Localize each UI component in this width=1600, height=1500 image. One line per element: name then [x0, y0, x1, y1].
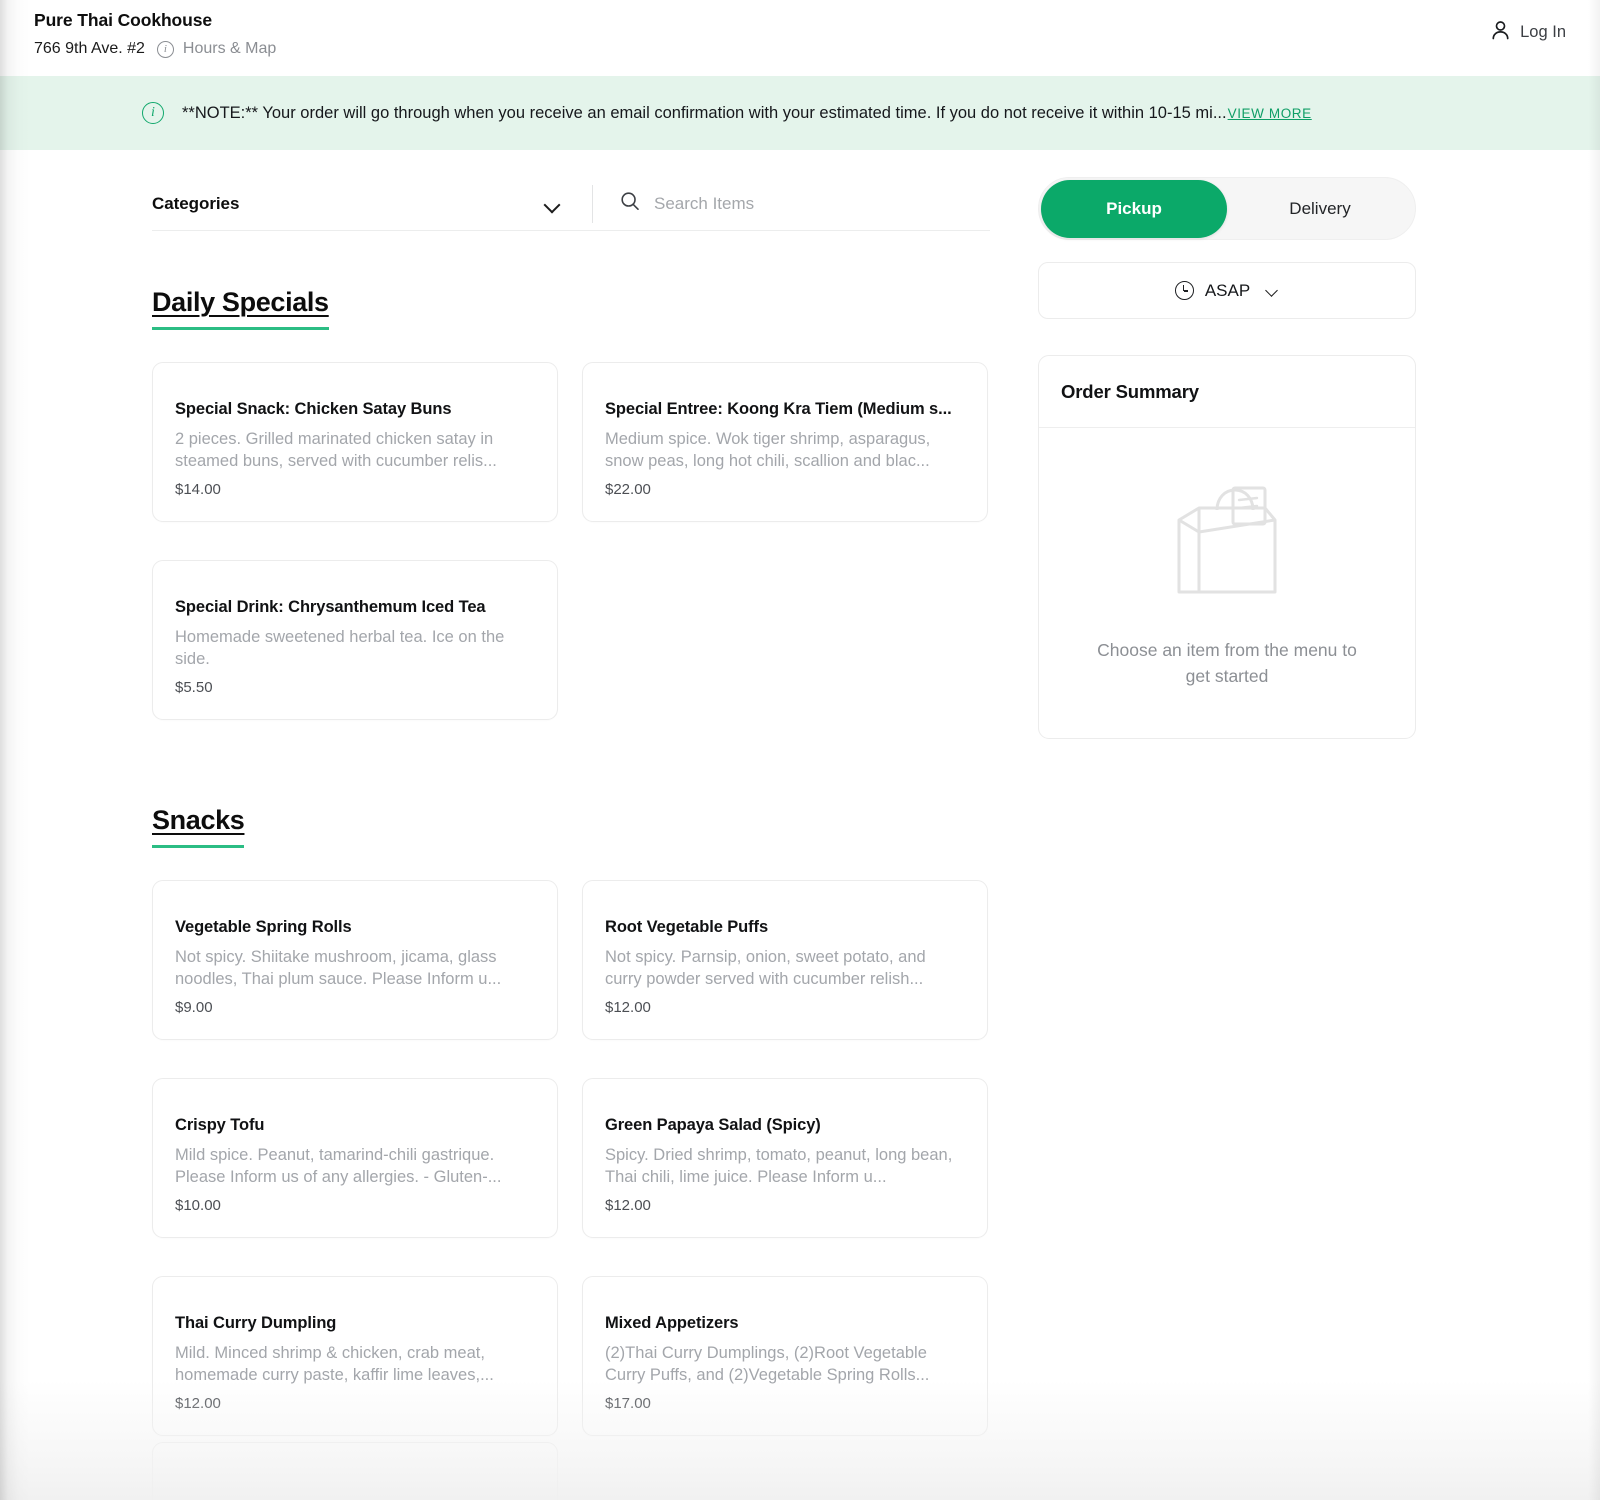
menu-item-price: $5.50	[175, 678, 213, 696]
menu-item-price: $9.00	[175, 998, 213, 1016]
menu-item-card[interactable]: Mixed Appetizers (2)Thai Curry Dumplings…	[582, 1276, 988, 1436]
shopping-bag-icon	[1165, 480, 1289, 603]
menu-item-description: Homemade sweetened herbal tea. Ice on th…	[175, 628, 505, 669]
menu-item-title: Thai Curry Dumpling	[175, 1314, 337, 1332]
menu-item-description: Not spicy. Parnsip, onion, sweet potato,…	[605, 948, 926, 989]
menu-item-card[interactable]: Root Vegetable Puffs Not spicy. Parnsip,…	[582, 880, 988, 1040]
section-title: Snacks	[152, 805, 245, 848]
menu-item-card[interactable]: Special Drink: Chrysanthemum Iced Tea Ho…	[152, 560, 558, 720]
menu-item-card-partial[interactable]	[152, 1442, 558, 1500]
order-summary-body: Choose an item from the menu to get star…	[1039, 428, 1415, 738]
chevron-down-icon	[545, 199, 560, 208]
menu-item-card[interactable]: Special Snack: Chicken Satay Buns 2 piec…	[152, 362, 558, 522]
menu-item-description: Not spicy. Shiitake mushroom, jicama, gl…	[175, 948, 502, 989]
menu-item-price: $12.00	[175, 1394, 221, 1412]
menu-item-description: (2)Thai Curry Dumplings, (2)Root Vegetab…	[605, 1344, 930, 1385]
banner-info-icon: i	[142, 102, 164, 124]
restaurant-meta: 766 9th Ave. #2 i Hours & Map	[34, 40, 276, 58]
pickup-tab[interactable]: Pickup	[1041, 179, 1227, 238]
search-icon	[620, 191, 640, 216]
restaurant-address: 766 9th Ave. #2	[34, 40, 145, 57]
menu-item-description: Mild. Minced shrimp & chicken, crab meat…	[175, 1344, 494, 1385]
menu-toolbar: Categories	[152, 177, 990, 231]
menu-item-card[interactable]: Special Entree: Koong Kra Tiem (Medium s…	[582, 362, 988, 522]
restaurant-ordering-page: Pure Thai Cookhouse 766 9th Ave. #2 i Ho…	[0, 0, 1600, 1500]
order-summary-header: Order Summary	[1039, 356, 1415, 428]
search-input[interactable]	[654, 193, 990, 214]
menu-item-title: Root Vegetable Puffs	[605, 918, 769, 936]
section-title: Daily Specials	[152, 287, 329, 330]
menu-item-card[interactable]: Vegetable Spring Rolls Not spicy. Shiita…	[152, 880, 558, 1040]
menu-item-title: Mixed Appetizers	[605, 1314, 739, 1332]
banner-message: **NOTE:** Your order will go through whe…	[182, 103, 1227, 122]
menu-section-snacks: Snacks Vegetable Spring Rolls Not spicy.…	[152, 805, 990, 1436]
menu-column: Categories Daily Specials	[0, 150, 990, 1436]
menu-items-grid: Special Snack: Chicken Satay Buns 2 piec…	[152, 362, 990, 720]
menu-item-description: Spicy. Dried shrimp, tomato, peanut, lon…	[605, 1146, 953, 1187]
banner-view-more-link[interactable]: VIEW MORE	[1228, 106, 1312, 121]
notice-banner: i **NOTE:** Your order will go through w…	[0, 76, 1600, 150]
menu-item-title: Special Entree: Koong Kra Tiem (Medium s…	[605, 400, 952, 418]
categories-dropdown[interactable]: Categories	[152, 177, 592, 231]
banner-text: **NOTE:** Your order will go through whe…	[182, 104, 1312, 123]
delivery-tab[interactable]: Delivery	[1227, 180, 1413, 238]
menu-item-price: $10.00	[175, 1196, 221, 1214]
menu-item-card[interactable]: Thai Curry Dumpling Mild. Minced shrimp …	[152, 1276, 558, 1436]
menu-item-card[interactable]: Crispy Tofu Mild spice. Peanut, tamarind…	[152, 1078, 558, 1238]
chevron-down-icon	[1266, 287, 1279, 295]
info-icon: i	[156, 40, 174, 58]
fulfillment-toggle: Pickup Delivery	[1038, 177, 1416, 240]
menu-item-title: Special Snack: Chicken Satay Buns	[175, 400, 452, 418]
user-icon	[1491, 20, 1510, 45]
menu-item-price: $14.00	[175, 480, 221, 498]
login-label: Log In	[1520, 23, 1566, 41]
hours-and-map-label: Hours & Map	[182, 40, 277, 57]
menu-item-card[interactable]: Green Papaya Salad (Spicy) Spicy. Dried …	[582, 1078, 988, 1238]
order-sidebar: Pickup Delivery ASAP Order Summary Choos…	[1038, 150, 1418, 1436]
menu-item-price: $12.00	[605, 1196, 651, 1214]
login-button[interactable]: Log In	[1491, 0, 1566, 45]
page-body: Categories Daily Specials	[0, 150, 1600, 1436]
order-summary-panel: Order Summary Choose an item from the me…	[1038, 355, 1416, 739]
hours-and-map-link[interactable]: i Hours & Map	[156, 40, 277, 58]
menu-item-title: Green Papaya Salad (Spicy)	[605, 1116, 821, 1134]
order-time-selector[interactable]: ASAP	[1038, 262, 1416, 319]
menu-item-description: Mild spice. Peanut, tamarind-chili gastr…	[175, 1146, 502, 1187]
site-header: Pure Thai Cookhouse 766 9th Ave. #2 i Ho…	[0, 0, 1600, 76]
menu-item-description: Medium spice. Wok tiger shrimp, asparagu…	[605, 430, 931, 471]
menu-item-price: $22.00	[605, 480, 651, 498]
restaurant-brand: Pure Thai Cookhouse 766 9th Ave. #2 i Ho…	[34, 0, 276, 58]
categories-label: Categories	[152, 193, 240, 213]
menu-item-description: 2 pieces. Grilled marinated chicken sata…	[175, 430, 497, 471]
menu-item-title: Special Drink: Chrysanthemum Iced Tea	[175, 598, 486, 616]
menu-item-title: Vegetable Spring Rolls	[175, 918, 352, 936]
menu-item-price: $17.00	[605, 1394, 651, 1412]
menu-items-grid: Vegetable Spring Rolls Not spicy. Shiita…	[152, 880, 990, 1436]
menu-item-title: Crispy Tofu	[175, 1116, 265, 1134]
order-summary-empty-text: Choose an item from the menu to get star…	[1097, 640, 1357, 687]
menu-section-daily-specials: Daily Specials Special Snack: Chicken Sa…	[152, 287, 990, 720]
restaurant-name: Pure Thai Cookhouse	[34, 10, 212, 30]
order-time-label: ASAP	[1204, 280, 1251, 300]
clock-icon	[1174, 281, 1194, 300]
menu-item-price: $12.00	[605, 998, 651, 1016]
search-container[interactable]	[593, 177, 990, 231]
order-summary-title: Order Summary	[1061, 380, 1199, 402]
